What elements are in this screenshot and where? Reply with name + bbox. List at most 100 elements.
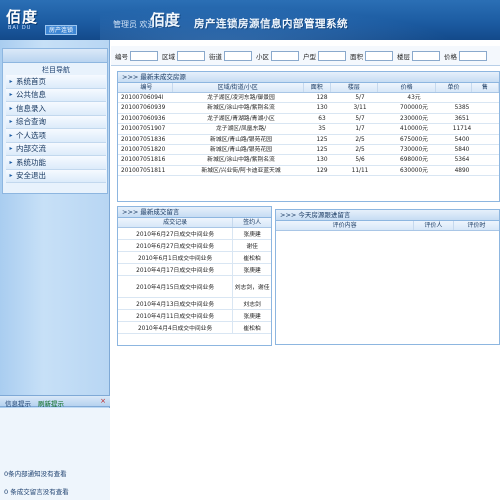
table-row[interactable]: 201007051816 新城区/涂山中路/紫荆名流 130 5/6 698000元 53… bbox=[118, 155, 499, 166]
list-item[interactable]: 2010年4月17日成交中间业务 张庚建 bbox=[118, 264, 271, 276]
column-header: 签约人 bbox=[243, 219, 262, 226]
welcome-text: 管理员 欢迎您！ bbox=[113, 20, 172, 29]
column-header: 面积 bbox=[304, 83, 331, 92]
sidebar-item-label: 信息录入 bbox=[16, 103, 46, 113]
table-row[interactable]: 201007051907 龙子湖区/凤凰东路/35 1/7 410000元 11714 bbox=[118, 124, 499, 135]
table-row[interactable]: 20100706093​9 新城区/涂山中路/紫荆名流 130 3/11 700000元… bbox=[118, 103, 499, 114]
table-cell: 2/5 bbox=[355, 146, 365, 153]
table-cell: 63 bbox=[318, 115, 326, 122]
list-item[interactable]: 2010年6月27日成交中间业务 张庚建 bbox=[118, 228, 271, 240]
column-header: 单价 bbox=[436, 83, 472, 92]
table-cell: 128 bbox=[316, 95, 328, 101]
table-cell: 201007051836 bbox=[121, 136, 166, 143]
search-input[interactable] bbox=[130, 50, 158, 61]
search-input[interactable] bbox=[412, 50, 440, 61]
table-row[interactable]: 20100706094l 龙子湖区/凌河东路/御景园 128 5/7 43元 bbox=[118, 93, 499, 104]
table-cell: 130 bbox=[316, 157, 328, 164]
latest-listings-panel: >>> 最新未成交房源 编号 区域/街道/小区 面积 楼层 价格 单价售 20100706… bbox=[117, 71, 500, 202]
table-cell: 新城区/涂山中路/紫荆名流 bbox=[207, 157, 275, 164]
table-cell bbox=[444, 93, 480, 102]
table-cell: 675000元 bbox=[400, 136, 428, 143]
deal-record: 2010年4月11日成交中间业务 bbox=[118, 310, 234, 321]
logo: 佰度 bbox=[6, 8, 39, 26]
logo-badge: 房产连锁 bbox=[45, 25, 78, 35]
table-cell: 43元 bbox=[407, 95, 421, 101]
sidebar-item[interactable]: ▸ 安全退出 bbox=[6, 169, 106, 183]
list-item[interactable]: 2010年4月11日成交中间业务 张庚建 bbox=[118, 310, 271, 322]
search-input[interactable] bbox=[365, 50, 393, 61]
table-cell: 730000元 bbox=[400, 146, 428, 153]
list-item[interactable]: 2010年4月4日成交中间业务 崔松柏 bbox=[118, 322, 271, 334]
chevron-right-icon: ▸ bbox=[9, 131, 13, 139]
deal-signer: 刘志剑 bbox=[243, 302, 261, 308]
table-cell: 129 bbox=[316, 167, 328, 174]
list-item[interactable]: 2010年4月15日成交中间业务 刘志剑，谢佳 bbox=[118, 276, 271, 298]
sidebar-item[interactable]: ▸ 系统首页 bbox=[6, 75, 106, 89]
search-input[interactable] bbox=[177, 50, 205, 61]
nav-title: 栏目导航 bbox=[42, 66, 70, 74]
search-field-label: 区域 bbox=[162, 52, 175, 61]
table-row[interactable]: 201007051836 新城区/青山路/银苑花园 125 2/5 675000元 540… bbox=[118, 135, 499, 145]
table-cell: 5364 bbox=[454, 157, 470, 164]
search-field-label: 面积 bbox=[350, 52, 363, 61]
table-cell: 35 bbox=[318, 126, 326, 133]
tip-notice[interactable]: 0条内部通知没有查看 bbox=[4, 468, 67, 478]
sidebar-item-label: 公共信息 bbox=[16, 90, 46, 100]
table-cell: 新城区/青山路/银苑花园 bbox=[210, 146, 272, 153]
sidebar-item-label: 内部交流 bbox=[16, 144, 46, 154]
table-cell: 2/5 bbox=[355, 136, 365, 143]
table-cell: 230000元 bbox=[400, 115, 428, 122]
table-cell: 201007051811 bbox=[121, 167, 166, 174]
search-field-label: 编号 bbox=[115, 52, 128, 61]
table-cell: 龙子湖区/青湖路/青湖小区 bbox=[207, 115, 275, 122]
table-cell: 4890 bbox=[454, 167, 470, 174]
table-cell: 新城区/涂山中路/紫荆名流 bbox=[207, 105, 275, 112]
table-row[interactable]: 20100706093​6 龙子湖区/青湖路/青湖小区 63 5/7 230000元 36… bbox=[118, 114, 499, 125]
sidebar-item[interactable]: ▸ 个人选项 bbox=[6, 129, 106, 143]
table-row[interactable]: 201007051811 新城区/兴业街/阿卡迪亚蓝天城 129 11/11 63000… bbox=[118, 166, 499, 177]
sidebar-item-label: 系统首页 bbox=[16, 76, 46, 86]
refresh-tips-link[interactable]: 刷新提示 bbox=[38, 398, 64, 408]
listing-header: 编号 区域/街道/小区 面积 楼层 价格 单价售 bbox=[118, 83, 499, 93]
table-cell: 125 bbox=[316, 136, 328, 143]
table-cell: 630000元 bbox=[400, 167, 428, 174]
column-header: 价格 bbox=[378, 83, 437, 92]
search-field-label: 价格 bbox=[444, 52, 457, 61]
deal-record: 2010年4月13日成交中间业务 bbox=[118, 298, 234, 309]
table-cell: 5385 bbox=[454, 105, 470, 112]
search-input[interactable] bbox=[271, 50, 299, 61]
deal-signer: 谢佳 bbox=[246, 244, 258, 250]
sidebar-item[interactable]: ▸ 综合查询 bbox=[6, 115, 106, 129]
list-item[interactable]: 2010年4月13日成交中间业务 刘志剑 bbox=[118, 298, 271, 310]
search-input[interactable] bbox=[459, 50, 487, 61]
close-icon[interactable]: × bbox=[100, 397, 106, 405]
table-row[interactable]: 201007051820 新城区/青山路/银苑花园 125 2/5 730000元 584… bbox=[118, 145, 499, 156]
column-header: 评价人 bbox=[414, 221, 454, 230]
list-item[interactable]: 2010年6月1日成交中间业务 崔松柏 bbox=[118, 252, 271, 264]
table-cell: 5/6 bbox=[355, 157, 365, 164]
search-input[interactable] bbox=[318, 50, 346, 61]
sidebar-item[interactable]: ▸ 信息录入 bbox=[6, 102, 106, 116]
tip-deal-message[interactable]: 0 条成交留言没有查看 bbox=[4, 486, 69, 496]
nav-panel: 栏目导航 ▸ 系统首页 ▸ 公共信息 ▸ 信息录入 ▸ 综合查询 ▸ 个人选项 ▸ 内部交流 ▸ 系统功能… bbox=[2, 48, 108, 194]
chevron-right-icon: ▸ bbox=[9, 172, 13, 180]
table-cell: 700000元 bbox=[400, 105, 428, 112]
sidebar-item[interactable]: ▸ 公共信息 bbox=[6, 88, 106, 102]
deal-signer: 张庚建 bbox=[243, 232, 261, 238]
deal-header: 成交记录 签约人 bbox=[118, 218, 271, 228]
tips-bar: 信息提示 刷新提示 × bbox=[0, 395, 110, 408]
logo-subtitle: BAI DU bbox=[8, 25, 32, 31]
chevron-right-icon: ▸ bbox=[9, 118, 13, 126]
table-cell: 201007051816 bbox=[121, 157, 166, 164]
sidebar-item[interactable]: ▸ 内部交流 bbox=[6, 142, 106, 156]
deal-signer: 张庚建 bbox=[243, 314, 261, 320]
search-input[interactable] bbox=[224, 50, 252, 61]
list-item[interactable]: 2010年6月27日成交中间业务 谢佳 bbox=[118, 240, 271, 252]
sidebar-item[interactable]: ▸ 系统功能 bbox=[6, 156, 106, 170]
deal-record: 2010年6月27日成交中间业务 bbox=[118, 228, 234, 239]
deal-signer: 刘志剑，谢佳 bbox=[234, 285, 270, 291]
table-cell: 20100706093​6 bbox=[121, 115, 166, 122]
table-cell: 5840 bbox=[454, 146, 470, 153]
evaluation-header: 评价内容 评价人 评价时 bbox=[276, 221, 499, 231]
chevron-right-icon: ▸ bbox=[9, 104, 13, 112]
